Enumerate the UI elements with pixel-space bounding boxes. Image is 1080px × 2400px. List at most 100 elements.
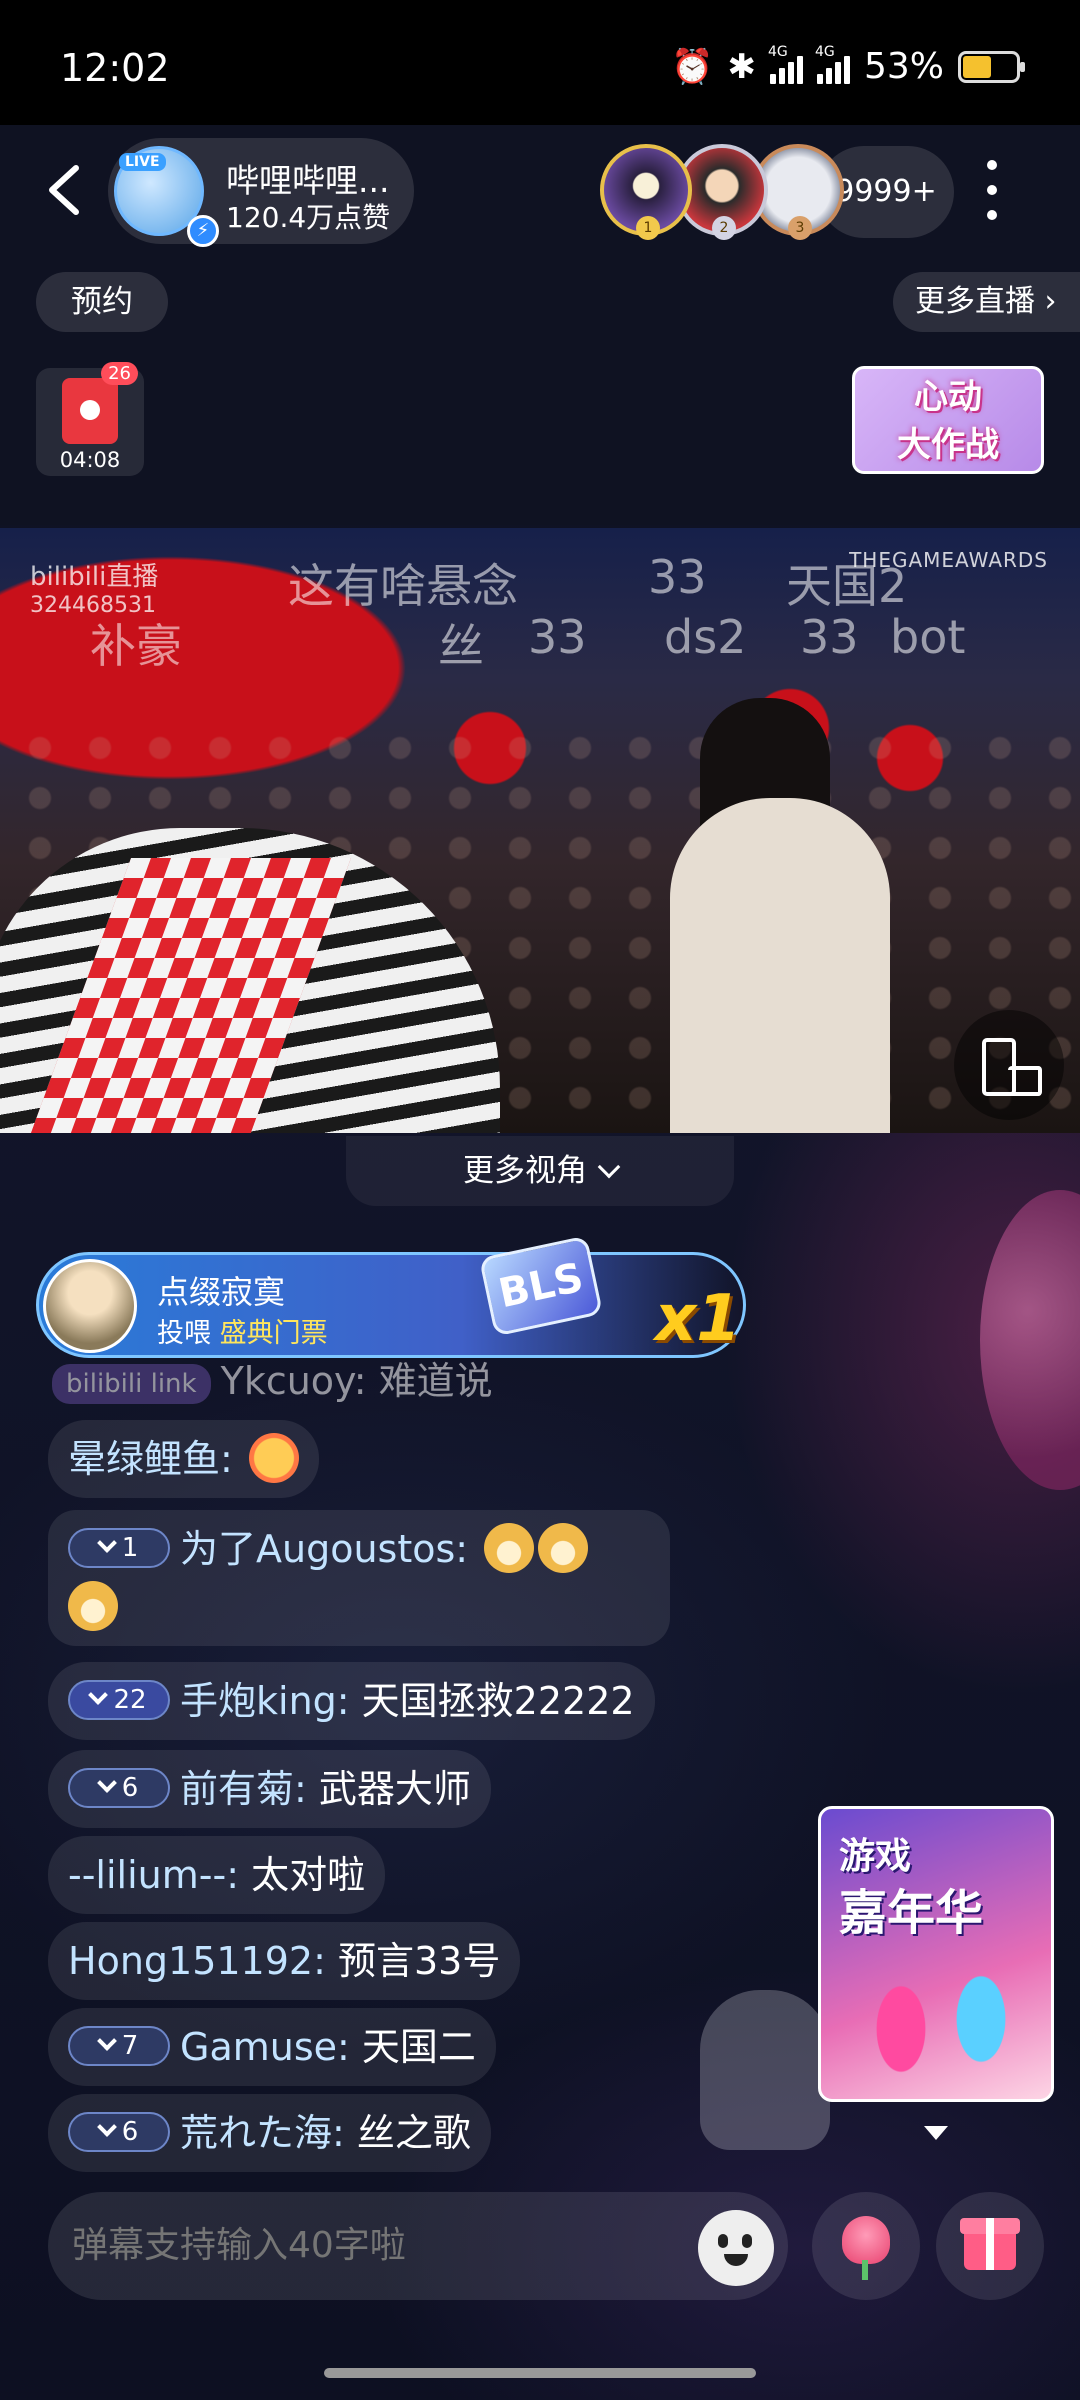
more-options-icon[interactable] xyxy=(980,160,1004,220)
medal-chevron-icon xyxy=(100,1542,116,1554)
gift-item-name: 盛典门票 xyxy=(219,1318,328,1349)
chat-username[interactable]: Gamuse xyxy=(180,2025,337,2069)
chat-username[interactable]: 晕绿鲤鱼 xyxy=(68,1437,220,1481)
chat-username[interactable]: 为了Augoustos xyxy=(180,1527,455,1571)
rank-badge: 3 xyxy=(788,216,812,240)
home-indicator[interactable] xyxy=(324,2368,756,2378)
game-carnival-banner[interactable]: 游戏 嘉年华 xyxy=(818,1806,1054,2102)
chat-text: 丝之歌 xyxy=(356,2111,471,2155)
back-icon[interactable] xyxy=(40,160,90,220)
blush-emoji-icon xyxy=(248,1432,299,1483)
fan-medal: 1 xyxy=(68,1527,170,1568)
status-icons: ⏰ ✱ 4G 4G 53% xyxy=(671,44,1025,87)
gift-action: 投喂 盛典门票 xyxy=(157,1311,328,1350)
chat-message[interactable]: 6 荒れた海: 丝之歌 xyxy=(48,2094,491,2172)
anchor-info[interactable]: LIVE ⚡ 哔哩哔哩... 120.4万点赞 xyxy=(108,138,414,247)
anchor-name: 哔哩哔哩... xyxy=(226,161,390,200)
reserve-button[interactable]: 预约 xyxy=(36,272,168,332)
banner-artwork xyxy=(841,1949,1037,2099)
chat-message[interactable]: Hong151192: 预言33号 xyxy=(48,1922,521,2000)
event-banner-line1: 心动 xyxy=(914,377,982,417)
collapse-triangle-icon[interactable] xyxy=(924,2126,948,2140)
battery-percent: 53% xyxy=(863,46,944,87)
gift-sender-name: 点缀寂寞 xyxy=(157,1273,286,1311)
anchor-avatar[interactable]: LIVE ⚡ xyxy=(114,146,219,247)
like-count: 120.4万点赞 xyxy=(226,201,391,234)
alarm-icon: ⏰ xyxy=(671,46,714,87)
red-packet-count: 26 xyxy=(101,362,138,385)
chat-message[interactable]: 7 Gamuse: 天国二 xyxy=(48,2008,496,2086)
event-banner-line2: 大作战 xyxy=(897,425,999,465)
red-packet-timer: 04:08 xyxy=(59,448,121,472)
status-time: 12:02 xyxy=(60,46,170,90)
chat-message[interactable]: 22 手炮king: 天国拯救22222 xyxy=(48,1662,655,1740)
danmaku-item: 丝 xyxy=(438,619,484,673)
gift-verb: 投喂 xyxy=(157,1318,211,1349)
danmaku-input[interactable] xyxy=(72,2192,712,2300)
rank-badge: 2 xyxy=(712,216,736,240)
danmaku-input-container[interactable] xyxy=(48,2192,788,2300)
flower-gift-button[interactable] xyxy=(812,2192,920,2300)
background-astronaut xyxy=(700,1990,830,2150)
danmaku-item: 33 xyxy=(648,550,707,604)
chat-username[interactable]: --lilium-- xyxy=(68,1853,226,1897)
chat-text: 天国拯救22222 xyxy=(361,1679,635,1723)
danmaku-item: bot xyxy=(890,610,966,664)
fan-medal: 6 xyxy=(68,1767,170,1808)
fan-medal: 22 xyxy=(68,1679,170,1720)
rank-1-avatar[interactable]: 1 xyxy=(600,144,692,240)
danmaku-item: 天国2 xyxy=(786,559,908,613)
danmaku-item: 这有啥悬念 xyxy=(288,559,518,613)
battery-icon xyxy=(958,50,1025,83)
signal-icon: 4G xyxy=(815,44,850,84)
chat-message-faded: bilibili link Ykcuoy: 难道说 xyxy=(52,1350,493,1405)
more-angles-button[interactable]: 更多视角 xyxy=(346,1136,734,1206)
chat-username[interactable]: 前有菊 xyxy=(180,1767,294,1811)
danmaku-item: 33 xyxy=(800,610,859,664)
status-bar: 12:02 ⏰ ✱ 4G 4G 53% xyxy=(0,0,1080,125)
chat-text: 武器大师 xyxy=(318,1767,471,1811)
red-packet-button[interactable]: 26 04:08 xyxy=(36,362,144,476)
chat-username[interactable]: 手炮king xyxy=(180,1679,337,1723)
flower-icon xyxy=(842,2216,890,2280)
doge-emoji-icon xyxy=(484,1522,535,1573)
watermark-brand: bilibili直播 xyxy=(30,562,159,592)
more-live-button[interactable]: 更多直播 › xyxy=(893,272,1080,332)
gift-notification: 点缀寂寞 投喂 盛典门票 xyxy=(36,1252,746,1358)
battery-fill xyxy=(963,55,991,78)
rotate-screen-icon[interactable] xyxy=(954,1010,1064,1120)
network-type-label: 4G xyxy=(814,43,835,60)
top-viewers[interactable]: 1 2 3 xyxy=(600,144,860,240)
chat-message[interactable]: --lilium--: 太对啦 xyxy=(48,1836,386,1914)
verified-icon: ⚡ xyxy=(187,215,219,247)
chat-message[interactable]: 晕绿鲤鱼: xyxy=(48,1420,319,1498)
red-envelope-icon xyxy=(62,378,118,444)
video-player[interactable]: bilibili直播 324468531 THEGAMEAWARDS 这有啥悬念… xyxy=(0,528,1080,1133)
danmaku-item: 33 xyxy=(528,610,587,664)
chat-text: 预言33号 xyxy=(337,1939,501,1983)
gift-button[interactable] xyxy=(936,2192,1044,2300)
event-banner[interactable]: 心动 大作战 xyxy=(852,366,1044,474)
gift-item-icon: BLS xyxy=(476,1230,606,1340)
chevron-right-icon: › xyxy=(1044,284,1057,319)
gift-sender-avatar xyxy=(43,1259,137,1353)
fan-medal: 7 xyxy=(68,2025,170,2066)
chat-message[interactable]: 1 为了Augoustos: xyxy=(48,1510,670,1646)
chat-text: 天国二 xyxy=(361,2025,476,2069)
emoji-icon[interactable] xyxy=(698,2210,774,2286)
stream-watermark: bilibili直播 324468531 xyxy=(30,556,158,618)
link-tag: bilibili link xyxy=(52,1363,211,1404)
doge-emoji-icon xyxy=(68,1580,118,1631)
chat-username[interactable]: 荒れた海 xyxy=(180,2111,332,2155)
danmaku-item: 补豪 xyxy=(90,619,182,673)
medal-chevron-icon xyxy=(100,2040,116,2052)
danmaku-item: ds2 xyxy=(664,610,747,664)
gift-icon xyxy=(960,2218,1020,2270)
chat-message[interactable]: 6 前有菊: 武器大师 xyxy=(48,1750,491,1828)
banner-line2: 嘉年华 xyxy=(839,1885,984,1941)
signal-icon: 4G xyxy=(768,44,803,84)
gift-item-icon-text: BLS xyxy=(478,1235,604,1337)
chat-text: 太对啦 xyxy=(251,1853,366,1897)
fan-medal: 6 xyxy=(68,2111,170,2152)
chat-username[interactable]: Hong151192 xyxy=(68,1939,313,1983)
